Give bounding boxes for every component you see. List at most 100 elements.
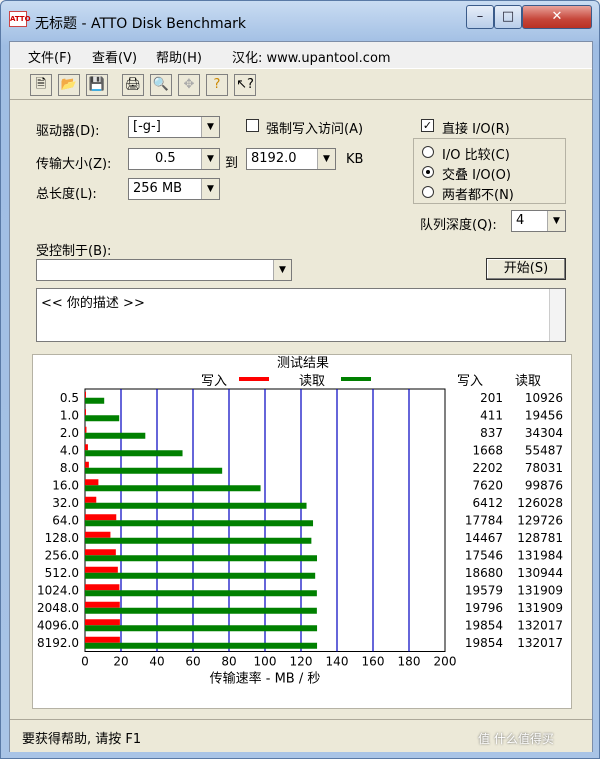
direct-io-checkbox[interactable]: ✓ [421,119,434,132]
description-text: << 你的描述 >> [41,296,145,311]
maximize-button[interactable]: □ [494,5,522,29]
chevron-down-icon[interactable]: ▼ [201,179,219,199]
help-icon[interactable]: ? [206,74,228,96]
transfer-to-select[interactable]: 8192.0 ▼ [246,148,336,170]
controlled-by-select[interactable]: ▼ [36,259,292,281]
bar-write [85,461,89,468]
read-value: 132017 [517,636,563,650]
menu-view[interactable]: 查看(V) [92,47,137,66]
bar-read [85,502,307,509]
menu-help[interactable]: 帮助(H) [156,47,202,66]
x-tick-label: 120 [290,655,313,669]
category-label: 8.0 [60,461,79,475]
category-label: 0.5 [60,391,79,405]
close-button[interactable]: ✕ [522,5,592,29]
read-value: 78031 [525,461,563,475]
chevron-down-icon[interactable]: ▼ [547,211,565,231]
legend-label-write: 写入 [201,374,227,389]
bar-read [85,607,317,614]
read-value: 19456 [525,408,563,422]
toolbar: 🗎 📂 💾 🖨 🔍 ✥ ? ↖? [10,68,592,100]
column-header-write: 写入 [457,374,483,389]
category-label: 8192.0 [37,636,79,650]
minimize-button[interactable]: – [466,5,494,29]
chevron-down-icon[interactable]: ▼ [273,260,291,280]
menu-localization[interactable]: 汉化: www.upantool.com [232,47,391,66]
write-value: 7620 [472,478,503,492]
controlled-by-label: 受控制于(B): [36,244,112,259]
bar-write [85,531,111,538]
category-label: 16.0 [52,478,79,492]
x-tick-label: 160 [362,655,385,669]
direct-io-label: 直接 I/O(R) [442,122,510,137]
description-textarea[interactable]: << 你的描述 >> [36,288,566,342]
write-value: 17546 [465,548,503,562]
chevron-down-icon[interactable]: ▼ [317,149,335,169]
bar-write [85,566,118,573]
radio-overlap-io-label: 交叠 I/O(O) [442,168,511,183]
read-value: 55487 [525,443,563,457]
chevron-down-icon[interactable]: ▼ [201,117,219,137]
radio-io-compare[interactable] [422,146,434,158]
x-tick-label: 140 [326,655,349,669]
x-tick-label: 20 [113,655,128,669]
force-write-checkbox[interactable] [246,119,259,132]
bar-write [85,549,116,556]
total-length-label: 总长度(L): [36,187,97,202]
bar-write [85,444,88,451]
status-bar: 要获得帮助, 请按 F1 值 什么值得买 [10,719,592,752]
print-preview-icon[interactable]: 🔍 [150,74,172,96]
new-icon[interactable]: 🗎 [30,74,52,96]
bar-write [85,479,99,486]
bar-read [85,572,316,579]
category-label: 2048.0 [37,601,79,615]
write-value: 17784 [465,513,503,527]
legend-swatch-write [239,377,269,381]
force-write-label: 强制写入访问(A) [266,122,364,137]
bar-write [85,584,120,591]
bar-read [85,555,318,562]
bar-write [85,636,120,643]
open-icon[interactable]: 📂 [58,74,80,96]
print-icon[interactable]: 🖨 [122,74,144,96]
context-help-icon[interactable]: ↖? [234,74,256,96]
radio-overlap-io[interactable] [422,166,434,178]
save-icon[interactable]: 💾 [86,74,108,96]
bar-write [85,619,120,626]
total-length-select[interactable]: 256 MB ▼ [128,178,220,200]
write-value: 6412 [472,496,503,510]
app-window: ATTO 无标题 - ATTO Disk Benchmark – □ ✕ 文件(… [0,0,600,759]
queue-depth-select[interactable]: 4 ▼ [511,210,566,232]
category-label: 4.0 [60,443,79,457]
read-value: 10926 [525,391,563,405]
category-label: 1024.0 [37,583,79,597]
transfer-from-select[interactable]: 0.5 ▼ [128,148,220,170]
category-label: 256.0 [45,548,79,562]
queue-depth-label: 队列深度(Q): [420,218,497,233]
bar-read [85,642,318,649]
category-label: 1.0 [60,408,79,422]
radio-neither[interactable] [422,186,434,198]
radio-neither-label: 两者都不(N) [442,188,514,203]
description-scrollbar[interactable] [549,289,565,341]
category-label: 4096.0 [37,618,79,632]
bar-write [85,601,120,608]
radio-io-compare-label: I/O 比较(C) [442,148,510,163]
bar-read [85,397,105,404]
chevron-down-icon[interactable]: ▼ [201,149,219,169]
menu-file[interactable]: 文件(F) [28,47,72,66]
bar-read [85,537,312,544]
move-icon[interactable]: ✥ [178,74,200,96]
drive-select[interactable]: [-g-] ▼ [128,116,220,138]
status-text: 要获得帮助, 请按 F1 [22,732,142,747]
title-bar[interactable]: ATTO 无标题 - ATTO Disk Benchmark – □ ✕ [1,1,600,41]
x-tick-label: 180 [398,655,421,669]
write-value: 18680 [465,566,503,580]
read-value: 126028 [517,496,563,510]
app-icon: ATTO [9,11,31,27]
bar-read [85,450,183,457]
read-value: 129726 [517,513,563,527]
start-button[interactable]: 开始(S) [486,258,566,280]
write-value: 837 [480,426,503,440]
category-label: 512.0 [45,566,79,580]
